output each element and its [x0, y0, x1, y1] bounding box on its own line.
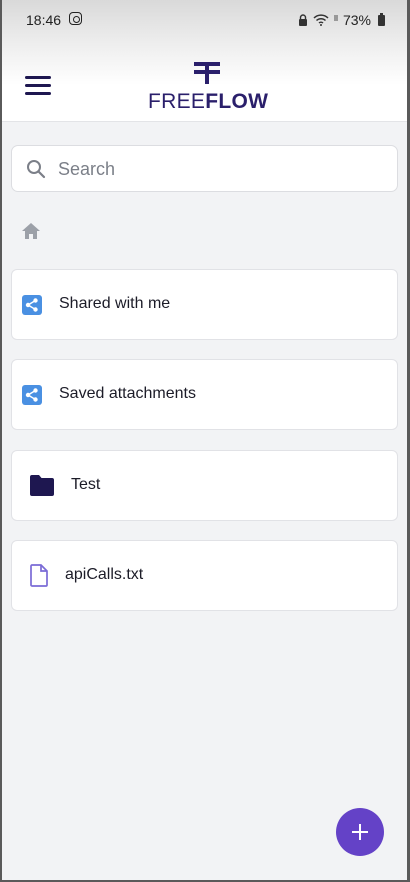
home-icon[interactable]	[21, 221, 41, 241]
logo-text-light: FREE	[148, 90, 206, 113]
folder-icon	[30, 475, 54, 496]
list-item-saved-attachments[interactable]: Saved attachments	[11, 359, 398, 430]
logo-mark-icon	[194, 62, 220, 84]
app-screen: 18:46 ᴵᴵ 73% FREEFLOW Search Shared with…	[2, 0, 407, 880]
lock-icon	[298, 14, 307, 26]
status-bar: 18:46 ᴵᴵ 73%	[2, 0, 407, 38]
search-input[interactable]	[58, 156, 378, 182]
wifi-icon	[313, 14, 329, 26]
list-item-label: apiCalls.txt	[65, 566, 144, 583]
list-item-label: Shared with me	[59, 295, 171, 312]
file-icon	[30, 564, 48, 587]
status-icons: ᴵᴵ 73%	[298, 12, 385, 28]
add-button[interactable]	[336, 808, 384, 856]
search-bar[interactable]	[11, 145, 398, 192]
battery-percentage: 73%	[342, 12, 371, 28]
app-header: 18:46 ᴵᴵ 73% FREEFLOW	[2, 0, 407, 122]
list-item-label: Saved attachments	[59, 385, 196, 402]
logo-wordmark: FREEFLOW	[148, 90, 268, 114]
share-icon	[22, 295, 42, 315]
list-item-folder-test[interactable]: Test	[11, 450, 398, 521]
freeflow-logo: FREEFLOW	[142, 62, 272, 114]
search-icon	[27, 160, 46, 179]
logo-text-bold: FLOW	[205, 90, 269, 113]
hamburger-menu-icon[interactable]	[25, 74, 53, 98]
list-item-file-apicalls[interactable]: apiCalls.txt	[11, 540, 398, 611]
signal-icon: ᴵᴵ	[333, 13, 338, 27]
share-icon	[22, 385, 42, 405]
status-time: 18:46	[26, 12, 62, 28]
battery-icon	[378, 12, 385, 26]
list-item-label: Test	[71, 476, 101, 493]
instagram-icon	[69, 12, 82, 25]
list-item-shared-with-me[interactable]: Shared with me	[11, 269, 398, 340]
